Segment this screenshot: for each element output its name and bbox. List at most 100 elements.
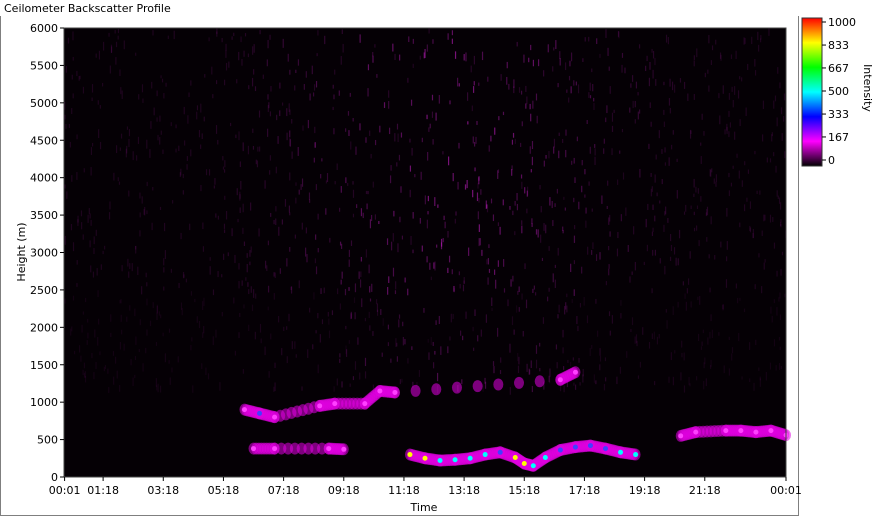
residual-layer-point (272, 446, 278, 452)
noise-streak (142, 98, 144, 103)
noise-streak (242, 227, 244, 234)
noise-streak (769, 214, 772, 223)
noise-streak (729, 122, 732, 128)
noise-streak (454, 51, 457, 59)
noise-streak (119, 341, 122, 350)
noise-streak (137, 136, 140, 144)
noise-streak (248, 85, 250, 90)
noise-streak (663, 109, 665, 115)
noise-streak (577, 84, 580, 94)
noise-streak (266, 265, 268, 271)
noise-streak (87, 332, 89, 339)
noise-streak (652, 69, 654, 79)
noise-streak (420, 171, 422, 180)
noise-streak (481, 249, 483, 256)
upper-layer-segment (431, 383, 442, 396)
noise-streak (685, 301, 687, 311)
noise-streak (603, 138, 605, 144)
noise-streak (562, 347, 564, 354)
noise-streak (734, 86, 736, 95)
noise-streak (695, 225, 698, 231)
noise-streak (80, 210, 83, 217)
noise-streak (434, 350, 436, 355)
x-tick-label: 03:18 (147, 484, 179, 497)
noise-streak (354, 312, 356, 320)
noise-streak (702, 329, 704, 334)
noise-streak (732, 99, 734, 108)
noise-streak (172, 200, 174, 204)
noise-streak (334, 181, 336, 185)
noise-streak (700, 156, 702, 164)
noise-streak (303, 83, 305, 90)
noise-streak (552, 66, 554, 72)
noise-streak (732, 165, 734, 169)
colorbar-tick-label: 167 (828, 131, 849, 144)
x-axis-label: Time (410, 501, 438, 514)
noise-streak (769, 362, 772, 370)
noise-streak (431, 94, 434, 101)
noise-streak (212, 289, 215, 296)
noise-streak (728, 92, 730, 100)
noise-streak (777, 195, 779, 199)
noise-streak (540, 234, 542, 243)
noise-streak (115, 145, 118, 154)
noise-streak (267, 105, 269, 112)
noise-streak (231, 36, 233, 40)
noise-streak (354, 361, 357, 370)
noise-streak (409, 165, 412, 172)
noise-streak (311, 65, 313, 75)
noise-streak (92, 271, 95, 278)
noise-streak (569, 60, 571, 67)
noise-streak (410, 99, 413, 106)
noise-streak (621, 52, 624, 58)
noise-streak (104, 365, 107, 370)
noise-streak (213, 185, 215, 189)
noise-streak (488, 268, 491, 273)
noise-streak (313, 292, 315, 300)
noise-streak (461, 379, 463, 385)
colorbar-tick-label: 1000 (828, 16, 856, 29)
noise-streak (388, 90, 390, 98)
noise-streak (289, 130, 291, 138)
noise-streak (162, 332, 164, 337)
noise-streak (690, 301, 692, 308)
noise-streak (671, 81, 674, 91)
noise-streak (713, 178, 715, 184)
noise-streak (223, 79, 226, 86)
noise-streak (683, 385, 686, 393)
noise-streak (685, 204, 687, 212)
noise-streak (245, 277, 247, 281)
noise-streak (436, 244, 438, 248)
noise-streak (340, 243, 343, 249)
noise-streak (639, 168, 641, 178)
noise-streak (564, 207, 566, 211)
noise-streak (159, 385, 162, 393)
noise-streak (666, 320, 668, 329)
noise-streak (70, 223, 73, 231)
y-tick-label: 0 (51, 471, 58, 484)
upper-layer-point (257, 410, 263, 416)
noise-streak (156, 305, 158, 313)
noise-streak (668, 98, 671, 106)
noise-streak (603, 383, 606, 391)
noise-streak (617, 179, 619, 185)
noise-streak (487, 258, 490, 265)
noise-streak (286, 132, 288, 141)
noise-streak (289, 69, 291, 75)
noise-streak (604, 357, 607, 362)
noise-streak (549, 368, 551, 377)
y-tick-label: 5000 (30, 97, 58, 110)
noise-streak (246, 263, 248, 273)
noise-streak (474, 167, 476, 172)
noise-streak (78, 75, 80, 81)
noise-streak (620, 214, 622, 222)
noise-streak (283, 326, 285, 332)
noise-streak (605, 281, 607, 286)
noise-streak (768, 28, 770, 36)
noise-streak (314, 258, 316, 264)
noise-streak (541, 257, 544, 262)
noise-streak (507, 299, 509, 307)
noise-streak (695, 186, 697, 193)
noise-streak (756, 190, 758, 195)
noise-streak (407, 77, 409, 83)
